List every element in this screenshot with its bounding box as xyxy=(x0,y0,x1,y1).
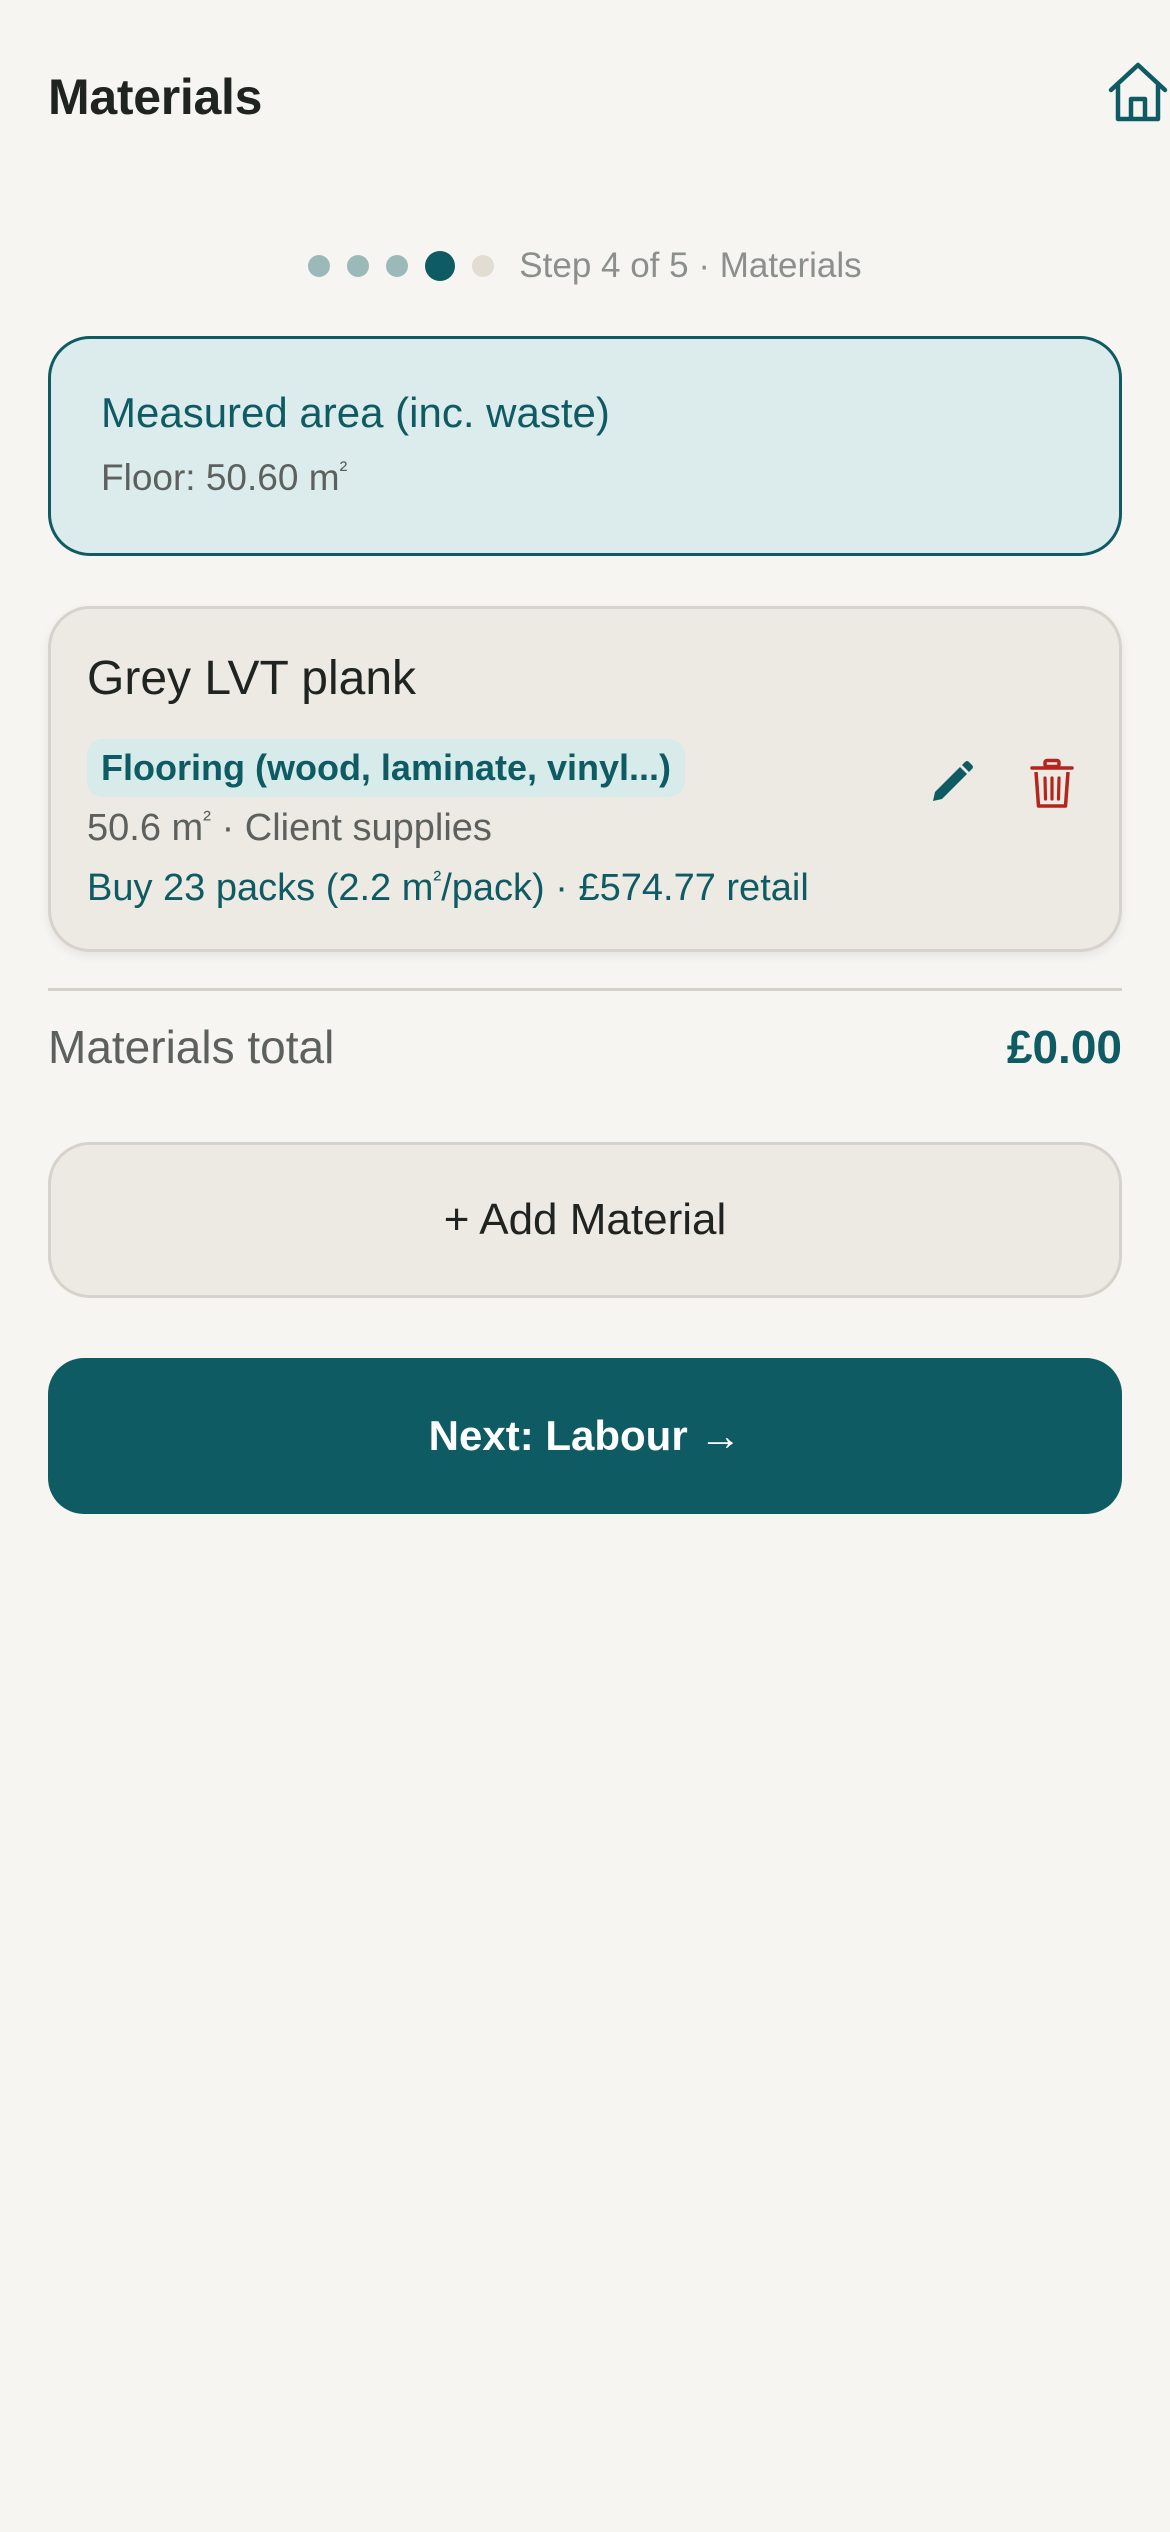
add-material-button[interactable]: + Add Material xyxy=(48,1142,1122,1298)
measured-area-title: Measured area (inc. waste) xyxy=(101,389,610,436)
material-purchase-info: Buy 23 packs (2.2 m²/pack) · £574.77 ret… xyxy=(87,866,809,909)
material-quantity: 50.6 m² · Client supplies xyxy=(87,806,492,849)
pencil-icon xyxy=(933,761,973,801)
page-title: Materials xyxy=(48,69,263,125)
edit-material-button[interactable] xyxy=(915,749,985,819)
step-dot-4-current xyxy=(425,251,456,281)
measured-area-value: Floor: 50.60 m² xyxy=(101,456,348,498)
trash-icon xyxy=(1030,758,1074,808)
measured-area-card: Measured area (inc. waste) Floor: 50.60 … xyxy=(48,336,1122,556)
divider xyxy=(48,988,1122,991)
step-dot-2 xyxy=(347,255,370,277)
step-dot-1 xyxy=(308,255,331,277)
delete-material-button[interactable] xyxy=(1017,749,1087,819)
material-category-badge: Flooring (wood, laminate, vinyl...) xyxy=(87,739,686,797)
step-label: Step 4 of 5 · Materials xyxy=(519,246,862,285)
next-labour-button[interactable]: Next: Labour → xyxy=(48,1358,1122,1514)
materials-total-label: Materials total xyxy=(48,1021,335,1073)
home-icon xyxy=(1108,62,1168,122)
header: Materials xyxy=(48,60,1170,140)
home-button[interactable] xyxy=(1102,60,1170,130)
step-indicator: Step 4 of 5 · Materials xyxy=(0,240,1170,292)
material-name: Grey LVT plank xyxy=(87,652,417,705)
step-dot-5 xyxy=(472,255,495,277)
step-dot-3 xyxy=(386,255,409,277)
material-card[interactable]: Grey LVT plank Flooring (wood, laminate,… xyxy=(48,606,1122,952)
materials-screen: Materials Step 4 of 5 · Materials Measur… xyxy=(0,0,1170,2532)
materials-total-value: £0.00 xyxy=(1006,1021,1122,1073)
